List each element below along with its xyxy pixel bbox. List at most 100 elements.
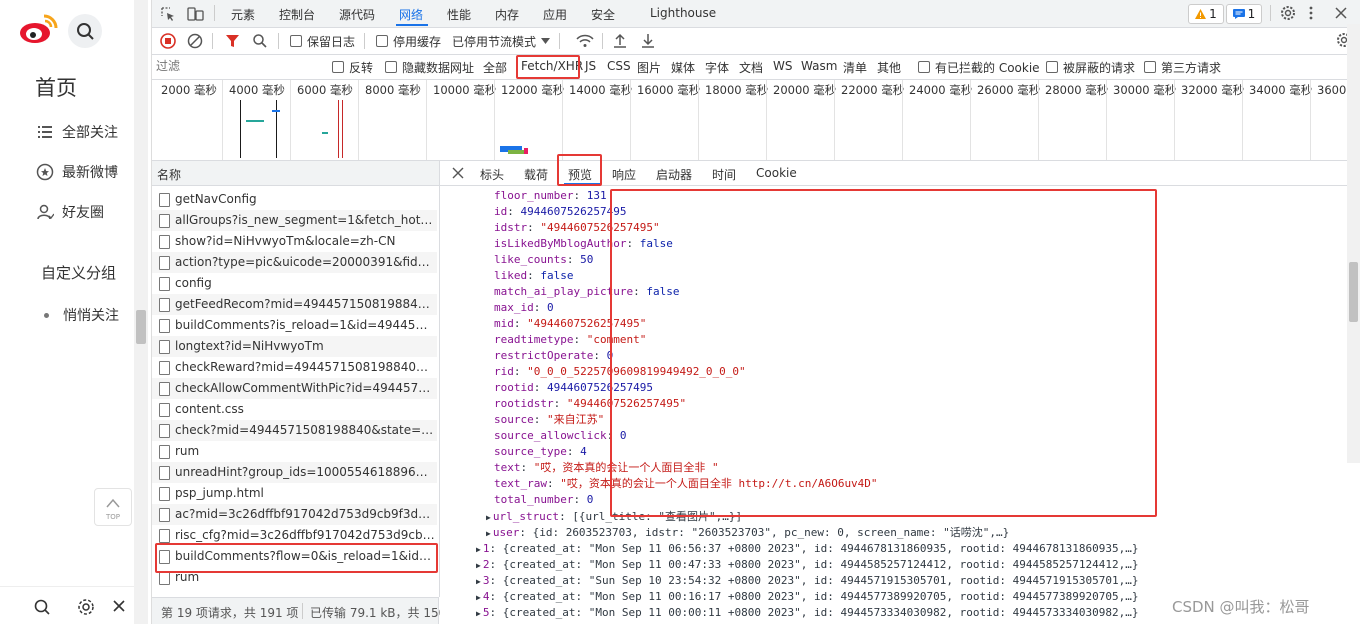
request-row[interactable]: getNavConfig (152, 189, 437, 210)
preview-property[interactable]: liked: false (494, 268, 574, 284)
disable-cache-checkbox[interactable] (376, 35, 388, 47)
third-party-checkbox[interactable] (1144, 61, 1156, 73)
search-icon[interactable] (252, 33, 268, 49)
expand-triangle-icon[interactable]: ▶ (486, 529, 491, 538)
request-row[interactable]: content.css (152, 399, 437, 420)
filter-type-ws[interactable]: WS (773, 59, 792, 73)
filter-type-img[interactable]: 图片 (637, 59, 661, 76)
filter-type-css[interactable]: CSS (607, 59, 631, 73)
request-row[interactable]: checkReward?mid=4944571508198840&uid=3..… (152, 357, 437, 378)
preserve-log-checkbox[interactable] (290, 35, 302, 47)
nav-item-friends[interactable]: 好友圈 (36, 202, 104, 222)
close-detail-icon[interactable] (452, 167, 464, 179)
detail-scrollbar[interactable] (1347, 24, 1360, 463)
filter-input[interactable] (156, 58, 316, 74)
preview-property[interactable]: total_number: 0 (494, 492, 593, 508)
tab-sources[interactable]: 源代码 (339, 6, 375, 23)
request-row[interactable]: buildComments?is_reload=1&id=49445715081… (152, 315, 437, 336)
collapsed-object[interactable]: ▶ user: {id: 2603523703, idstr: "26035237… (486, 525, 1009, 542)
tab-memory[interactable]: 内存 (495, 6, 519, 23)
more-options-icon[interactable] (1308, 5, 1314, 21)
tab-console[interactable]: 控制台 (279, 6, 315, 23)
tab-cookies[interactable]: Cookie (756, 166, 797, 180)
search-icon[interactable] (32, 597, 52, 617)
collapsed-object[interactable]: ▶ 1: {created_at: "Mon Sep 11 06:56:37 +0… (476, 541, 1138, 558)
filter-type-other[interactable]: 其他 (877, 59, 901, 76)
blocked-cookies-checkbox[interactable] (918, 61, 930, 73)
preview-property[interactable]: id: 4944607526257495 (494, 204, 626, 220)
tab-performance[interactable]: 性能 (447, 6, 471, 23)
filter-type-js[interactable]: JS (585, 59, 596, 73)
tab-timing[interactable]: 时间 (712, 166, 736, 183)
warnings-counter[interactable]: 1 (1188, 4, 1224, 24)
inspect-element-icon[interactable] (160, 6, 176, 22)
tab-network[interactable]: 网络 (399, 6, 423, 23)
clear-icon[interactable] (187, 33, 203, 49)
filter-type-font[interactable]: 字体 (705, 59, 729, 76)
throttling-select[interactable]: 已停用节流模式 (452, 33, 536, 50)
nav-home[interactable]: 首页 (35, 72, 77, 102)
preview-property[interactable]: like_counts: 50 (494, 252, 593, 268)
tab-initiator[interactable]: 启动器 (656, 166, 692, 183)
tab-lighthouse[interactable]: Lighthouse (650, 6, 716, 20)
import-har-icon[interactable] (613, 32, 627, 48)
collapsed-object[interactable]: ▶ 3: {created_at: "Sun Sep 10 23:54:32 +0… (476, 573, 1138, 590)
request-row[interactable]: getFeedRecom?mid=4944571508198840&mui... (152, 294, 437, 315)
expand-triangle-icon[interactable]: ▶ (476, 545, 481, 554)
expand-triangle-icon[interactable]: ▶ (476, 577, 481, 586)
tab-application[interactable]: 应用 (543, 6, 567, 23)
group-item-secret-follow[interactable]: 悄悄关注 (44, 305, 119, 325)
request-row[interactable]: config (152, 273, 437, 294)
collapsed-object[interactable]: ▶ 2: {created_at: "Mon Sep 11 00:47:33 +0… (476, 557, 1138, 574)
request-list-header[interactable]: 名称 (152, 161, 439, 186)
request-row[interactable]: psp_jump.html (152, 483, 437, 504)
filter-type-manifest[interactable]: 清单 (843, 59, 867, 76)
expand-triangle-icon[interactable]: ▶ (476, 561, 481, 570)
filter-icon[interactable] (225, 33, 240, 49)
request-row[interactable]: ac?mid=3c26dffbf917042d753d9cb9f3da5d61.… (152, 504, 437, 525)
blocked-requests-checkbox[interactable] (1046, 61, 1058, 73)
weibo-logo-icon[interactable] (18, 12, 60, 46)
export-har-icon[interactable] (641, 32, 655, 48)
request-row[interactable]: check?mid=4944571508198840&state=1&welf.… (152, 420, 437, 441)
column-name-header[interactable]: 名称 (157, 166, 181, 183)
messages-counter[interactable]: 1 (1226, 4, 1262, 24)
filter-type-media[interactable]: 媒体 (671, 59, 695, 76)
nav-item-latest[interactable]: 最新微博 (36, 162, 118, 182)
invert-checkbox[interactable] (332, 61, 344, 73)
request-row[interactable]: action?type=pic&uicode=20000391&fid=2321… (152, 252, 437, 273)
tab-response[interactable]: 响应 (612, 166, 636, 183)
device-toolbar-icon[interactable] (187, 6, 205, 22)
request-row[interactable]: checkAllowCommentWithPic?id=49445715081.… (152, 378, 437, 399)
request-row[interactable]: longtext?id=NiHvwyoTm (152, 336, 437, 357)
request-row[interactable]: rum (152, 441, 437, 462)
close-devtools-icon[interactable] (1334, 6, 1348, 20)
tab-elements[interactable]: 元素 (231, 6, 255, 23)
page-scrollbar-thumb[interactable] (136, 310, 146, 344)
hide-data-urls-checkbox[interactable] (385, 61, 397, 73)
preview-property[interactable]: restrictOperate: 0 (494, 348, 613, 364)
nav-item-all-follow[interactable]: 全部关注 (36, 122, 118, 142)
tab-security[interactable]: 安全 (591, 6, 615, 23)
detail-scrollbar-thumb[interactable] (1349, 262, 1358, 322)
gear-icon[interactable] (76, 597, 96, 617)
preview-property[interactable]: source_allowclick: 0 (494, 428, 626, 444)
preview-property[interactable]: floor_number: 131 (494, 188, 607, 204)
request-row[interactable]: allGroups?is_new_segment=1&fetch_hot=1 (152, 210, 437, 231)
back-to-top-button[interactable]: TOP (94, 488, 132, 526)
network-conditions-icon[interactable] (576, 33, 594, 49)
request-row[interactable]: show?id=NiHvwyoTm&locale=zh-CN (152, 231, 437, 252)
collapsed-object[interactable]: ▶ 5: {created_at: "Mon Sep 11 00:00:11 +0… (476, 605, 1138, 622)
expand-triangle-icon[interactable]: ▶ (476, 609, 481, 618)
close-icon[interactable] (110, 597, 128, 615)
filter-type-wasm[interactable]: Wasm (801, 59, 837, 73)
expand-triangle-icon[interactable]: ▶ (476, 593, 481, 602)
network-overview-timeline[interactable]: 2000 毫秒 4000 毫秒 6000 毫秒 8000 毫秒 10000 毫秒 1200… (152, 80, 1360, 161)
settings-gear-icon[interactable] (1280, 5, 1296, 21)
preview-property[interactable]: source: "来自江苏" (494, 412, 604, 428)
preview-property[interactable]: source_type: 4 (494, 444, 587, 460)
weibo-search-button[interactable] (68, 14, 102, 48)
collapsed-object[interactable]: ▶ 4: {created_at: "Mon Sep 11 00:16:17 +0… (476, 589, 1138, 606)
tab-headers[interactable]: 标头 (480, 166, 504, 183)
preview-property[interactable]: max_id: 0 (494, 300, 554, 316)
